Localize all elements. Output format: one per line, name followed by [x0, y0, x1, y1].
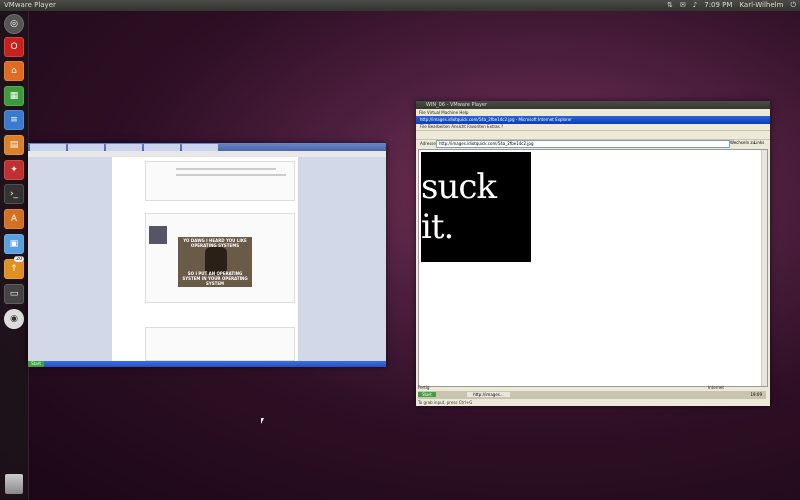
image-caption: suck it.	[421, 167, 497, 247]
start-button[interactable]: Start	[28, 361, 44, 367]
ie-toolbar[interactable]	[416, 130, 770, 140]
vm-title-bar[interactable]: WIN_06 - VMware Player	[416, 101, 770, 109]
power-icon[interactable]: ⏻	[790, 0, 796, 11]
user-name[interactable]: Karl-Wilhelm	[739, 0, 783, 11]
top-panel: VMware Player ⇅ ✉ ♪ 7:09 PM Karl-Wilhelm…	[0, 0, 800, 11]
avatar	[149, 226, 167, 244]
settings-icon[interactable]: ✦	[4, 160, 24, 180]
forum-column: YO DAWG I HEARD YOU LIKE OPERATING SYSTE…	[112, 157, 298, 361]
vmware-icon[interactable]: ▣	[4, 234, 24, 254]
update-manager-icon[interactable]: ↑ 20	[4, 256, 25, 279]
links-button[interactable]: Links	[754, 140, 764, 145]
update-count-badge: 20	[14, 256, 25, 262]
forum-page: YO DAWG I HEARD YOU LIKE OPERATING SYSTE…	[28, 157, 386, 361]
meme-image: YO DAWG I HEARD YOU LIKE OPERATING SYSTE…	[178, 237, 252, 287]
impress-icon[interactable]: ▤	[4, 135, 24, 155]
software-center-icon[interactable]: A	[4, 209, 24, 229]
spreadsheet-icon[interactable]: ▦	[4, 86, 24, 106]
start-button[interactable]: Start	[418, 392, 436, 397]
browser-tab[interactable]	[68, 144, 104, 151]
status-left: Fertig	[418, 385, 430, 390]
home-folder-icon[interactable]: ⌂	[4, 61, 24, 81]
mouse-cursor	[261, 418, 264, 424]
vm-menu-bar[interactable]: File Virtual Machine Help	[416, 109, 770, 116]
vm-hint: To grab input, press Ctrl+G	[418, 400, 473, 405]
browser-tab[interactable]	[106, 144, 142, 151]
clock[interactable]: 7:09 PM	[704, 0, 732, 11]
writer-icon[interactable]: ≡	[4, 110, 24, 130]
system-tray: ⇅ ✉ ♪ 7:09 PM Karl-Wilhelm ⏻	[667, 0, 796, 11]
ie-address-input[interactable]: http://images.idiotquick.com/54a_2fbe14c…	[436, 140, 730, 148]
disc-icon[interactable]: ◉	[4, 309, 24, 329]
xp-clock: 19:09	[750, 392, 762, 397]
mail-icon[interactable]: ✉	[680, 0, 686, 11]
xp-taskbar: Start	[28, 361, 386, 367]
suck-it-image: suck it.	[421, 152, 531, 262]
window-title: VMware Player	[4, 1, 56, 9]
forum-post	[145, 161, 295, 201]
launcher: ◎ O ⌂ ▦ ≡ ▤ ✦ ›_ A ▣ ↑ 20 ▭ ◉	[0, 11, 29, 500]
ie-scrollbar[interactable]	[761, 150, 767, 386]
browser-tab[interactable]	[144, 144, 180, 151]
go-button[interactable]: Wechseln zu	[730, 140, 755, 145]
browser-tab[interactable]	[182, 144, 218, 151]
taskbar-item[interactable]: http://images...	[467, 392, 510, 397]
volume-icon[interactable]: ♪	[693, 0, 697, 11]
ie-viewport: suck it.	[418, 149, 768, 387]
dash-home-icon[interactable]: ◎	[4, 14, 24, 34]
xp-taskbar-right: Start http://images... 19:09	[418, 391, 766, 399]
terminal-icon[interactable]: ›_	[4, 184, 24, 204]
forum-reply-box[interactable]	[145, 327, 295, 361]
meme-bottom-text: SO I PUT AN OPERATING SYSTEM IN YOUR OPE…	[182, 271, 248, 286]
trash-icon[interactable]	[5, 474, 23, 494]
vm-window-right[interactable]: WIN_06 - VMware Player File Virtual Mach…	[416, 101, 770, 406]
workspace-icon[interactable]: ▭	[4, 284, 24, 304]
ie-title-bar[interactable]: http://images.idiotquick.com/54a_2fbe14c…	[416, 116, 770, 124]
opera-icon[interactable]: O	[4, 37, 24, 57]
browser-tab[interactable]	[30, 144, 66, 151]
network-icon[interactable]: ⇅	[667, 0, 673, 11]
browser-tabs	[28, 143, 386, 151]
vm-window-left[interactable]: YO DAWG I HEARD YOU LIKE OPERATING SYSTE…	[28, 143, 386, 367]
